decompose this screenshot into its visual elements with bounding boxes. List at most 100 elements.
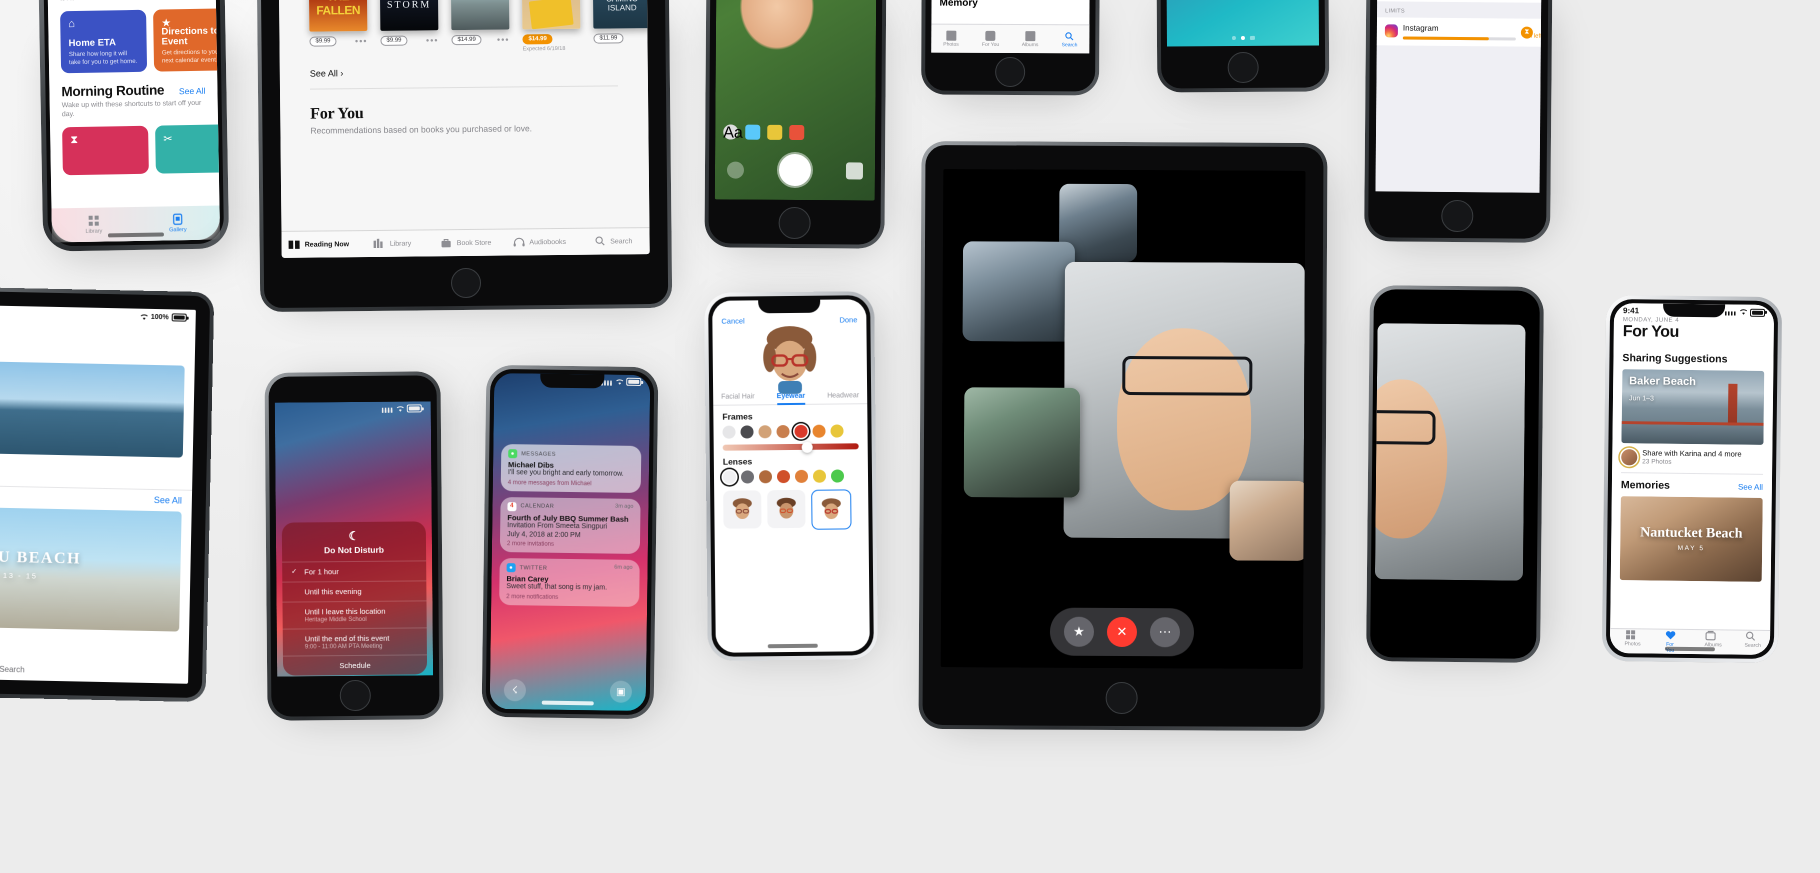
- see-all-link[interactable]: See All: [1738, 483, 1763, 492]
- tab-for-you[interactable]: For You: [971, 30, 1011, 47]
- cancel-button[interactable]: Cancel: [721, 316, 744, 325]
- memoji-thumb-3[interactable]: [811, 489, 852, 530]
- tab-search[interactable]: Search: [1730, 630, 1770, 655]
- home-button[interactable]: [450, 267, 482, 299]
- water: [1621, 423, 1764, 445]
- flashlight-button[interactable]: ☇: [503, 679, 527, 702]
- dnd-option-1hour[interactable]: ✓ For 1 hour: [282, 560, 427, 582]
- swatch[interactable]: [740, 470, 755, 484]
- books-see-all[interactable]: See All ›: [310, 65, 618, 78]
- shapes-tool[interactable]: [745, 124, 761, 140]
- shortcut-card-morning-2[interactable]: ✂: [155, 123, 221, 174]
- book-item[interactable]: JOHN GRISHAM CAMINO ISLAND $11.99: [592, 0, 650, 52]
- tab-library[interactable]: Library: [355, 237, 429, 251]
- dnd-schedule-button[interactable]: Schedule: [282, 654, 428, 676]
- sharing-suggestion-card[interactable]: Napili Bay Mar 10: [0, 358, 185, 458]
- swatch[interactable]: [740, 425, 754, 439]
- memoji-thumbnails: [714, 482, 868, 531]
- memory-title: MALIBU BEACH: [0, 547, 82, 568]
- tab-search[interactable]: Search: [576, 235, 650, 249]
- book-more-button[interactable]: •••: [426, 35, 439, 45]
- camera-roll-thumb[interactable]: [845, 161, 864, 179]
- slider-knob[interactable]: [801, 441, 813, 453]
- effects-tool[interactable]: [789, 124, 805, 140]
- book-item[interactable]: VICTORIA AVEYARD WAR STORM $9.99 •••: [379, 0, 439, 54]
- swatch[interactable]: [812, 469, 827, 483]
- sharing-suggestion-card[interactable]: Baker Beach Jun 1–3: [1621, 369, 1765, 445]
- memory-card[interactable]: MALIBU BEACH APR 13 - 15: [0, 504, 182, 632]
- shortcut-card-morning-1[interactable]: ⧗: [62, 125, 149, 175]
- notification-calendar[interactable]: 3m ago 4 CALENDAR Fourth of July BBQ Sum…: [499, 496, 641, 555]
- effects-button[interactable]: ★: [1063, 616, 1095, 647]
- tab-headwear[interactable]: Headwear: [827, 392, 859, 399]
- swatch[interactable]: [776, 470, 791, 484]
- tab-eyewear[interactable]: Eyewear: [776, 392, 806, 406]
- home-button[interactable]: [778, 206, 811, 240]
- book-item[interactable]: LIANE MORIARTY BIG LITTLE LIES $14.99 ••…: [450, 0, 510, 53]
- book-price-button[interactable]: $14.99: [451, 34, 482, 46]
- tab-audiobooks[interactable]: Audiobooks: [502, 235, 576, 249]
- tab-reading-now[interactable]: Reading Now: [282, 238, 356, 252]
- divider: [309, 85, 618, 90]
- swatch-selected[interactable]: [722, 470, 737, 484]
- book-item[interactable]: Elin Hilderbrand The Perfect Couple $14.…: [521, 0, 581, 52]
- shortcut-card-directions[interactable]: ★ Directions to Event Get directions to …: [153, 8, 221, 72]
- swatch[interactable]: [812, 424, 826, 438]
- dnd-option-event[interactable]: Until the end of this event 9:00 - 11:00…: [282, 627, 427, 656]
- tab-photos[interactable]: Photos: [931, 30, 971, 47]
- book-price-button[interactable]: $9.99: [380, 35, 408, 46]
- facetime-tile[interactable]: [1374, 323, 1526, 581]
- book-more-button[interactable]: •••: [355, 36, 368, 46]
- emoji-tool[interactable]: [767, 124, 783, 140]
- text-tool[interactable]: Aa: [723, 123, 743, 141]
- book-more-button[interactable]: •••: [497, 35, 510, 45]
- participant-bottom-right[interactable]: [1229, 480, 1306, 561]
- done-button[interactable]: Done: [839, 315, 857, 324]
- shortcut-card-home-eta[interactable]: ⌂ Home ETA Share how long it will take f…: [60, 9, 148, 74]
- memory-card[interactable]: Nantucket Beach MAY 5: [1619, 496, 1763, 583]
- tab-photos[interactable]: Photos: [1610, 629, 1650, 654]
- swatch[interactable]: [794, 469, 809, 483]
- see-all-link[interactable]: See All: [179, 86, 206, 96]
- dnd-option-evening[interactable]: Until this evening: [282, 580, 427, 602]
- swatch[interactable]: [776, 425, 790, 439]
- shutter-button[interactable]: [778, 153, 812, 187]
- tab-book-store[interactable]: Book Store: [429, 236, 503, 250]
- more-button[interactable]: ⋯: [1149, 617, 1181, 648]
- book-price-button[interactable]: $9.99: [309, 36, 337, 47]
- effects-button[interactable]: [726, 161, 745, 179]
- end-call-button[interactable]: ✕: [1106, 616, 1138, 648]
- swatch[interactable]: [758, 425, 772, 439]
- swatch[interactable]: [722, 425, 736, 439]
- tab-gallery[interactable]: Gallery: [136, 213, 220, 234]
- camera-button[interactable]: ▣: [609, 680, 633, 703]
- book-price-button[interactable]: $11.99: [593, 33, 624, 44]
- participant-upper-left[interactable]: [962, 241, 1076, 342]
- book-price-button[interactable]: $14.99: [522, 34, 553, 45]
- notification-twitter[interactable]: 6m ago ● TWITTER Brian Carey Sweet stuff…: [499, 558, 640, 607]
- tab-albums[interactable]: Albums: [1010, 30, 1050, 48]
- photos-icon: [1625, 629, 1636, 640]
- dnd-option-location[interactable]: Until I leave this location Heritage Mid…: [282, 600, 427, 629]
- memoji-thumb-2[interactable]: [767, 489, 806, 529]
- notification-app: CALENDAR: [520, 503, 555, 511]
- home-button[interactable]: [1441, 199, 1474, 233]
- home-button[interactable]: [1227, 51, 1259, 84]
- home-button[interactable]: [995, 56, 1026, 88]
- home-button[interactable]: [339, 679, 371, 712]
- swatch[interactable]: [830, 469, 845, 483]
- memoji-thumb-1[interactable]: [723, 490, 762, 529]
- participant-lower-left[interactable]: [963, 387, 1081, 498]
- search-icon: [593, 235, 606, 248]
- share-row[interactable]: Share with Karina and 4 more 23 Photos: [1612, 443, 1772, 474]
- book-item[interactable]: DAVID BALDACCI THE FALLEN $9.99 •••: [308, 0, 368, 55]
- home-button[interactable]: [1105, 681, 1138, 715]
- search-field[interactable]: Search: [0, 660, 188, 678]
- tab-search[interactable]: Search: [1050, 31, 1090, 48]
- swatch[interactable]: [830, 424, 844, 438]
- swatch[interactable]: [758, 470, 773, 484]
- tab-facial-hair[interactable]: Facial Hair: [721, 393, 755, 400]
- screentime-limit-row[interactable]: Instagram 5m left ⧗: [1376, 17, 1542, 47]
- swatch-selected[interactable]: [794, 424, 808, 438]
- notification-messages[interactable]: ● MESSAGES Michael Dibs I'll see you bri…: [500, 444, 642, 493]
